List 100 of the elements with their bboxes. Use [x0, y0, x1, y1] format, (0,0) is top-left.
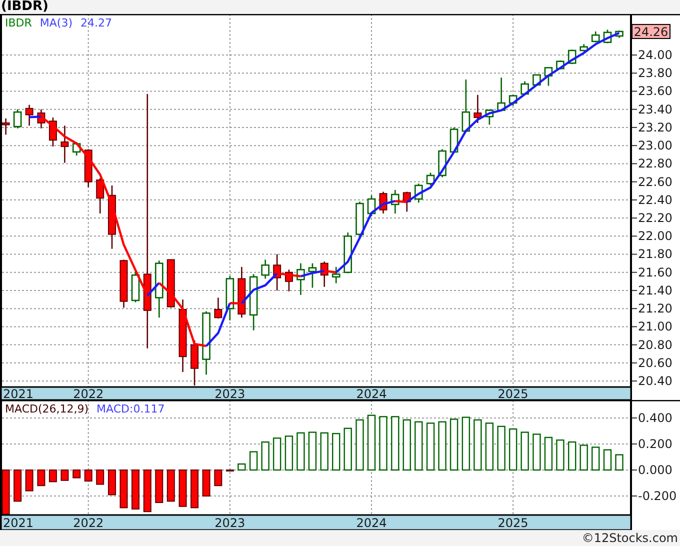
histogram-bar — [14, 470, 22, 502]
candlestick — [356, 202, 364, 238]
candlestick — [308, 263, 317, 288]
histogram-bar — [108, 470, 116, 496]
histogram-bar — [485, 422, 494, 471]
legend-value: MA(3) — [40, 16, 73, 30]
histogram-bar — [96, 470, 104, 485]
histogram-bar — [438, 421, 446, 471]
histogram-bar — [615, 454, 624, 471]
candlestick — [261, 260, 270, 279]
histogram-bar — [508, 428, 518, 471]
axis-label: 23.40 — [638, 102, 672, 116]
histogram-bar — [308, 432, 317, 471]
candlestick — [367, 195, 376, 216]
candlestick — [84, 149, 92, 188]
histogram-bar — [249, 451, 258, 471]
axis-label: 22.40 — [638, 192, 672, 207]
histogram-bar — [178, 470, 187, 507]
histogram-bar — [190, 470, 199, 508]
histogram-bar — [166, 470, 175, 502]
histogram-bar — [155, 470, 164, 503]
histogram-bar — [214, 470, 222, 486]
legend-value: 24.27 — [80, 16, 112, 30]
histogram-bar — [580, 444, 588, 471]
candlestick — [249, 274, 258, 330]
histogram-bar — [544, 436, 553, 471]
legend-label: IBDR — [5, 16, 32, 30]
axis-label: 22.20 — [638, 211, 672, 226]
histogram-bar — [131, 470, 140, 510]
candlestick — [284, 270, 293, 292]
axis-label: 2022 — [73, 387, 104, 400]
histogram-bar — [37, 470, 46, 486]
candlestick — [497, 78, 506, 112]
histogram-bar — [2, 470, 10, 515]
histogram-bar — [462, 416, 470, 471]
candlestick — [603, 30, 612, 44]
axis-label: 20.80 — [638, 338, 672, 352]
candlestick — [591, 31, 600, 42]
histogram-bar — [367, 414, 376, 471]
histogram-bar — [202, 470, 210, 496]
candlestick — [296, 263, 305, 295]
candlestick — [474, 94, 482, 123]
histogram-bar — [284, 436, 294, 471]
candlestick — [25, 104, 34, 126]
histogram-bar — [568, 441, 576, 471]
histogram-bar — [532, 434, 541, 471]
candlestick — [72, 142, 81, 156]
axis-label: 2025 — [498, 516, 528, 530]
axis-label: 2021 — [3, 516, 34, 530]
candlestick — [2, 118, 10, 135]
histogram-bar — [320, 432, 328, 471]
axis-label: 21.80 — [638, 247, 672, 262]
candlestick — [426, 172, 435, 186]
axis-label: 21.40 — [638, 283, 672, 298]
candlestick — [120, 260, 128, 308]
candlestick — [273, 254, 282, 290]
candlestick — [13, 109, 22, 128]
axis-label: 2022 — [73, 516, 104, 530]
histogram-bar — [520, 432, 529, 471]
axis-label: 0.000 — [638, 463, 672, 477]
histogram-bar — [450, 418, 458, 471]
candlestick — [332, 266, 340, 284]
candlestick — [344, 232, 352, 274]
candlestick — [615, 30, 624, 38]
axis-label: 22.80 — [638, 156, 672, 171]
histogram-bar — [84, 470, 92, 482]
axis-label: 2023 — [214, 387, 246, 400]
histogram-bar — [603, 449, 612, 471]
candlestick — [320, 262, 328, 287]
axis-label: 2025 — [498, 387, 528, 400]
legend-label: MACD(26,12,9) — [5, 402, 89, 416]
candlestick — [226, 276, 234, 320]
histogram-bar — [556, 439, 564, 471]
candlestick — [154, 260, 164, 318]
axis-label: 0.400 — [638, 410, 672, 425]
histogram-bar — [402, 419, 411, 471]
candlestick — [532, 74, 541, 86]
candlestick — [166, 259, 175, 308]
candlestick — [379, 192, 388, 214]
axis-label: 21.20 — [638, 302, 672, 316]
axis-label: 2023 — [214, 516, 246, 530]
axis-label: 23.20 — [638, 120, 672, 134]
candlestick — [96, 178, 104, 214]
axis-label: 2021 — [3, 387, 34, 400]
histogram-bar — [414, 421, 423, 471]
axis-label: 20.40 — [638, 374, 672, 388]
legend-value: MACD:0.117 — [96, 402, 165, 416]
candlestick — [414, 184, 423, 203]
histogram-bar — [592, 446, 600, 471]
candlestick — [214, 298, 222, 319]
histogram-bar — [426, 422, 435, 471]
candlestick — [131, 271, 140, 302]
candlestick — [485, 109, 494, 125]
axis-label: 22.00 — [638, 229, 672, 244]
histogram-bar — [261, 441, 270, 471]
candlestick — [402, 192, 411, 212]
histogram-bar — [238, 463, 246, 471]
price-badge: 24.26 — [632, 24, 670, 39]
histogram-bar — [497, 426, 506, 471]
candlestick — [202, 311, 210, 375]
